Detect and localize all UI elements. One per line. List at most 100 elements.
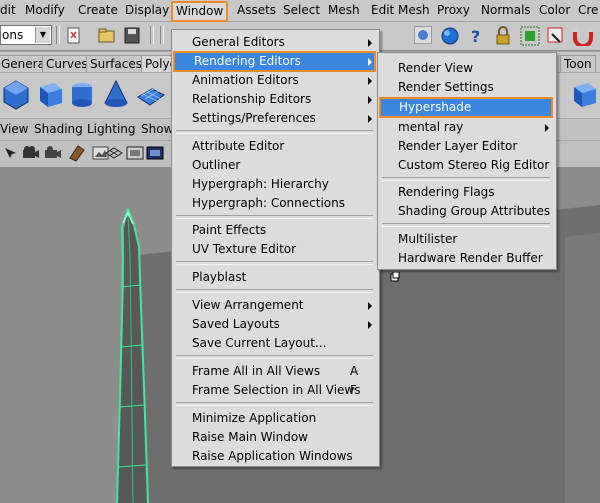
separator: [150, 26, 154, 44]
menu-item-raise-main-window[interactable]: Raise Main Window: [175, 428, 374, 447]
panel-menu-shading[interactable]: Shading: [34, 122, 83, 137]
menu-item-animation-editors[interactable]: Animation Editors: [175, 71, 374, 90]
camera-icon[interactable]: [22, 145, 40, 161]
menu-window[interactable]: Window: [171, 1, 229, 22]
menu-edit-mesh[interactable]: Edit Mesh: [371, 3, 430, 18]
snap-icon[interactable]: [414, 26, 432, 44]
menu-item-label: Animation Editors: [192, 73, 299, 87]
film-gate-icon[interactable]: [126, 144, 144, 162]
menu-item-shading-group-attributes[interactable]: Shading Group Attributes: [381, 202, 551, 221]
camera-icon[interactable]: [44, 145, 62, 161]
menu-item-rendering-flags[interactable]: Rendering Flags: [381, 183, 551, 202]
menu-edit[interactable]: dit: [0, 3, 16, 18]
menu-item-relationship-editors[interactable]: Relationship Editors: [175, 90, 374, 109]
sphere-icon[interactable]: [0, 79, 32, 111]
menu-normals[interactable]: Normals: [481, 3, 531, 18]
menu-item-render-settings[interactable]: Render Settings: [381, 78, 551, 97]
selected-object-wireframe: [116, 208, 149, 503]
menu-item-save-current-layout[interactable]: Save Current Layout...: [175, 334, 374, 353]
cone-icon[interactable]: [100, 79, 132, 111]
menu-item-raise-application-windows[interactable]: Raise Application Windows: [175, 447, 374, 466]
menu-display[interactable]: Display: [125, 3, 169, 18]
menu-separator: [176, 355, 373, 359]
submenu-arrow-icon: [368, 77, 372, 85]
help-icon[interactable]: ?: [466, 26, 486, 46]
menu-item-paint-effects[interactable]: Paint Effects: [175, 221, 374, 240]
option-box-icon[interactable]: [390, 272, 400, 282]
menu-create[interactable]: Create: [78, 3, 118, 18]
menu-item-label: Render View: [398, 61, 474, 75]
menu-item-hypergraph-hierarchy[interactable]: Hypergraph: Hierarchy: [175, 175, 374, 194]
cube-icon[interactable]: [568, 79, 600, 111]
menu-item-outliner[interactable]: Outliner: [175, 156, 374, 175]
cube-icon[interactable]: [34, 79, 66, 111]
render-globe-icon[interactable]: [440, 26, 460, 46]
resolution-gate-icon[interactable]: [146, 144, 164, 162]
submenu-arrow-icon: [368, 115, 372, 123]
menu-item-hypershade[interactable]: Hypershade: [379, 97, 553, 118]
lock-icon[interactable]: [494, 26, 512, 46]
menu-item-hardware-render-buffer[interactable]: Hardware Render Buffer: [381, 249, 551, 268]
menu-assets[interactable]: Assets: [237, 3, 276, 18]
camera-select-icon[interactable]: [2, 145, 18, 161]
menu-mesh[interactable]: Mesh: [328, 3, 360, 18]
menu-item-hypergraph-connections[interactable]: Hypergraph: Connections: [175, 194, 374, 213]
grid-icon[interactable]: [104, 144, 124, 162]
menu-item-mental-ray[interactable]: mental ray: [381, 118, 551, 137]
select-icon[interactable]: [546, 26, 566, 46]
menu-item-general-editors[interactable]: General Editors: [175, 33, 374, 52]
menu-item-label: Outliner: [192, 158, 241, 172]
rendering-editors-submenu: Render View Render Settings Hypershade m…: [377, 52, 557, 270]
menu-item-view-arrangement[interactable]: View Arrangement: [175, 296, 374, 315]
cylinder-icon[interactable]: [66, 79, 98, 111]
shortcut-frame-selection: F: [350, 383, 357, 397]
menu-item-settings-preferences[interactable]: Settings/Preferences: [175, 109, 374, 128]
menu-item-label: Multilister: [398, 232, 458, 246]
menu-item-playblast[interactable]: Playblast: [175, 268, 374, 287]
select-icon[interactable]: [520, 26, 540, 46]
menu-item-rendering-editors[interactable]: Rendering Editors: [173, 51, 376, 72]
menu-item-custom-stereo-rig-editor[interactable]: Custom Stereo Rig Editor: [381, 156, 551, 175]
menu-proxy[interactable]: Proxy: [437, 3, 470, 18]
panel-menu-view[interactable]: View: [0, 122, 28, 137]
menu-item-attribute-editor[interactable]: Attribute Editor: [175, 137, 374, 156]
menu-item-render-layer-editor[interactable]: Render Layer Editor: [381, 137, 551, 156]
menu-set-combo[interactable]: ons ▼: [0, 25, 52, 45]
menu-item-multilister[interactable]: Multilister: [381, 230, 551, 249]
panel-menu-lighting[interactable]: Lighting: [87, 122, 136, 137]
separator: [160, 26, 164, 44]
menu-color[interactable]: Color: [539, 3, 570, 18]
tab-curves[interactable]: Curves: [42, 55, 92, 72]
magnet-icon[interactable]: [572, 26, 594, 46]
open-scene-icon[interactable]: [98, 27, 116, 45]
submenu-arrow-icon: [368, 58, 372, 66]
menu-separator: [382, 223, 550, 227]
menu-separator: [176, 261, 373, 265]
menu-item-saved-layouts[interactable]: Saved Layouts: [175, 315, 374, 334]
menu-item-label: Rendering Flags: [398, 185, 495, 199]
menu-modify[interactable]: Modify: [25, 3, 65, 18]
save-scene-icon[interactable]: [124, 27, 140, 45]
menu-item-minimize-application[interactable]: Minimize Application: [175, 409, 374, 428]
menu-item-label: Saved Layouts: [192, 317, 280, 331]
down-arrow-icon: ▼: [35, 27, 50, 43]
menu-item-render-view[interactable]: Render View: [381, 59, 551, 78]
menu-item-label: Attribute Editor: [192, 139, 285, 153]
new-scene-icon[interactable]: [66, 27, 82, 45]
menu-item-label: UV Texture Editor: [192, 242, 297, 256]
tab-toon[interactable]: Toon: [560, 55, 596, 72]
menu-select[interactable]: Select: [283, 3, 320, 18]
menu-item-frame-selection[interactable]: Frame Selection in All Views: [175, 381, 374, 400]
bookmark-icon[interactable]: [68, 144, 86, 162]
menu-set-value: ons: [2, 28, 24, 42]
menu-separator: [176, 402, 373, 406]
menu-item-label: Shading Group Attributes: [398, 204, 551, 218]
plane-icon[interactable]: [134, 79, 166, 111]
menu-item-frame-all[interactable]: Frame All in All Views: [175, 362, 374, 381]
menu-create-partial[interactable]: Cre: [578, 3, 598, 18]
panel-menu-show[interactable]: Show: [141, 122, 173, 137]
menu-item-uv-texture-editor[interactable]: UV Texture Editor: [175, 240, 374, 259]
menu-item-label: Settings/Preferences: [192, 111, 316, 125]
menu-separator: [176, 130, 373, 134]
tab-surfaces[interactable]: Surfaces: [86, 55, 146, 72]
